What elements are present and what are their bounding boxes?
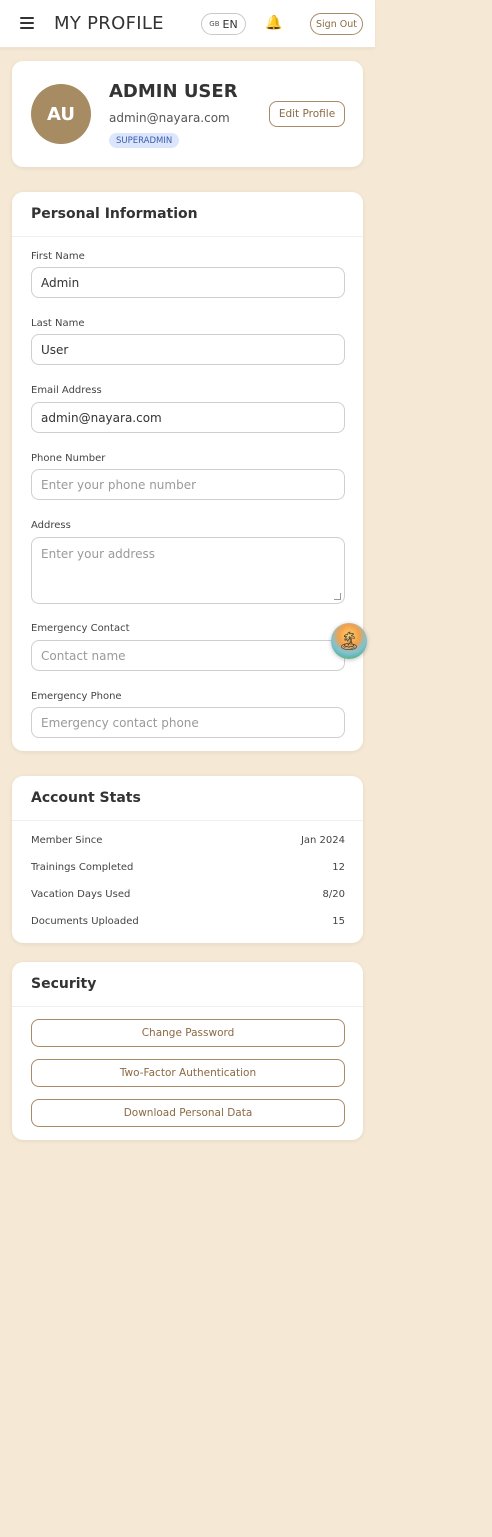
gb-flag-icon: GB <box>209 20 220 28</box>
emergency-phone-label: Emergency Phone <box>31 691 122 702</box>
hamburger-icon[interactable] <box>20 17 34 31</box>
stat-value: 8/20 <box>322 889 345 900</box>
bell-icon[interactable]: 🔔 <box>265 15 282 31</box>
last-name-label: Last Name <box>31 318 85 329</box>
personal-information-card: Personal Information First Name Admin La… <box>12 192 363 751</box>
first-name-field[interactable]: Admin <box>31 267 345 298</box>
stat-row: Trainings Completed 12 <box>31 862 345 873</box>
first-name-label: First Name <box>31 251 85 262</box>
two-factor-auth-button[interactable]: Two-Factor Authentication <box>31 1059 345 1087</box>
section-title: Personal Information <box>12 192 363 237</box>
address-placeholder: Enter your address <box>41 547 155 561</box>
email-field[interactable]: admin@nayara.com <box>31 402 345 433</box>
stat-row: Member Since Jan 2024 <box>31 835 345 846</box>
security-card: Security Change Password Two-Factor Auth… <box>12 962 363 1140</box>
role-badge: SUPERADMIN <box>109 133 180 148</box>
download-data-button[interactable]: Download Personal Data <box>31 1099 345 1127</box>
stat-row: Documents Uploaded 15 <box>31 916 345 927</box>
stat-value: 15 <box>332 916 345 927</box>
page-title: MY PROFILE <box>54 13 164 34</box>
phone-label: Phone Number <box>31 453 106 464</box>
island-assistant-icon[interactable]: 🏝 <box>331 623 367 659</box>
phone-field[interactable]: Enter your phone number <box>31 469 345 500</box>
address-label: Address <box>31 520 71 531</box>
stat-label: Trainings Completed <box>31 862 134 873</box>
stat-label: Documents Uploaded <box>31 916 139 927</box>
language-switcher[interactable]: GB EN <box>201 13 246 35</box>
profile-card: AU ADMIN USER admin@nayara.com SUPERADMI… <box>12 61 363 167</box>
emergency-contact-label: Emergency Contact <box>31 623 130 634</box>
change-password-button[interactable]: Change Password <box>31 1019 345 1047</box>
emergency-contact-field[interactable]: Contact name <box>31 640 345 671</box>
sign-out-button[interactable]: Sign Out <box>310 13 363 35</box>
section-title: Account Stats <box>12 776 363 821</box>
profile-email: admin@nayara.com <box>109 111 230 125</box>
last-name-field[interactable]: User <box>31 334 345 365</box>
account-stats-card: Account Stats Member Since Jan 2024 Trai… <box>12 776 363 943</box>
resize-handle-icon[interactable] <box>334 593 341 600</box>
avatar: AU <box>31 84 91 144</box>
edit-profile-button[interactable]: Edit Profile <box>269 101 345 127</box>
stat-label: Member Since <box>31 835 103 846</box>
language-label: EN <box>222 17 238 31</box>
stat-value: 12 <box>332 862 345 873</box>
stat-row: Vacation Days Used 8/20 <box>31 889 345 900</box>
stat-value: Jan 2024 <box>300 835 345 846</box>
section-title: Security <box>12 962 363 1007</box>
stat-label: Vacation Days Used <box>31 889 131 900</box>
email-label: Email Address <box>31 385 102 396</box>
emergency-phone-field[interactable]: Emergency contact phone <box>31 707 345 738</box>
top-bar: MY PROFILE GB EN 🔔 Sign Out <box>0 0 375 48</box>
profile-name: ADMIN USER <box>109 81 238 102</box>
address-field[interactable]: Enter your address <box>31 537 345 604</box>
